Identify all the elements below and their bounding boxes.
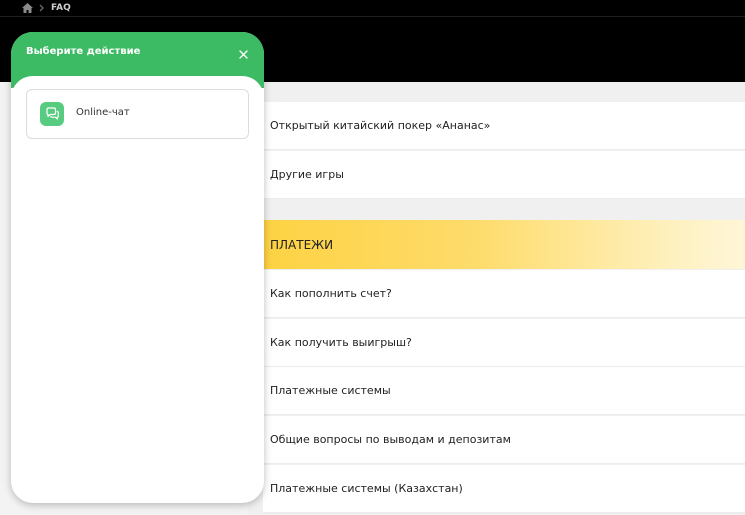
chat-bubbles-icon (40, 102, 64, 126)
faq-item-label: Как получить выигрыш? (270, 336, 412, 349)
online-chat-option[interactable]: Online-чат (26, 89, 249, 139)
faq-item[interactable]: Другие игры (263, 151, 745, 199)
faq-item[interactable]: Общие вопросы по выводам и депозитам (263, 416, 745, 464)
home-icon[interactable] (22, 3, 33, 13)
chevron-right-icon (39, 4, 45, 12)
faq-item-label: Платежные системы (Казахстан) (270, 482, 463, 495)
faq-item-label: Открытый китайский покер «Ананас» (270, 119, 491, 132)
action-panel: Выберите действие Online-чат (11, 32, 264, 503)
faq-item-label: Другие игры (270, 168, 344, 181)
faq-item[interactable]: Платежные системы (Казахстан) (263, 465, 745, 513)
panel-title: Выберите действие (26, 46, 141, 57)
faq-item-label: Платежные системы (270, 384, 391, 397)
option-label: Online-чат (76, 107, 130, 118)
faq-item[interactable]: Как получить выигрыш? (263, 319, 745, 367)
faq-item[interactable]: Как пополнить счет? (263, 270, 745, 318)
section-title: ПЛАТЕЖИ (270, 237, 334, 252)
faq-item[interactable]: Открытый китайский покер «Ананас» (263, 102, 745, 150)
faq-item[interactable]: Платежные системы (263, 367, 745, 415)
breadcrumb-divider (0, 16, 745, 17)
section-header-payments[interactable]: ПЛАТЕЖИ (263, 220, 745, 269)
close-icon[interactable] (235, 46, 251, 62)
faq-item-label: Как пополнить счет? (270, 287, 392, 300)
faq-item-label: Общие вопросы по выводам и депозитам (270, 433, 511, 446)
breadcrumb-current: FAQ (51, 3, 71, 13)
breadcrumb: FAQ (22, 0, 71, 16)
faq-content: Открытый китайский покер «Ананас» Другие… (248, 82, 745, 515)
